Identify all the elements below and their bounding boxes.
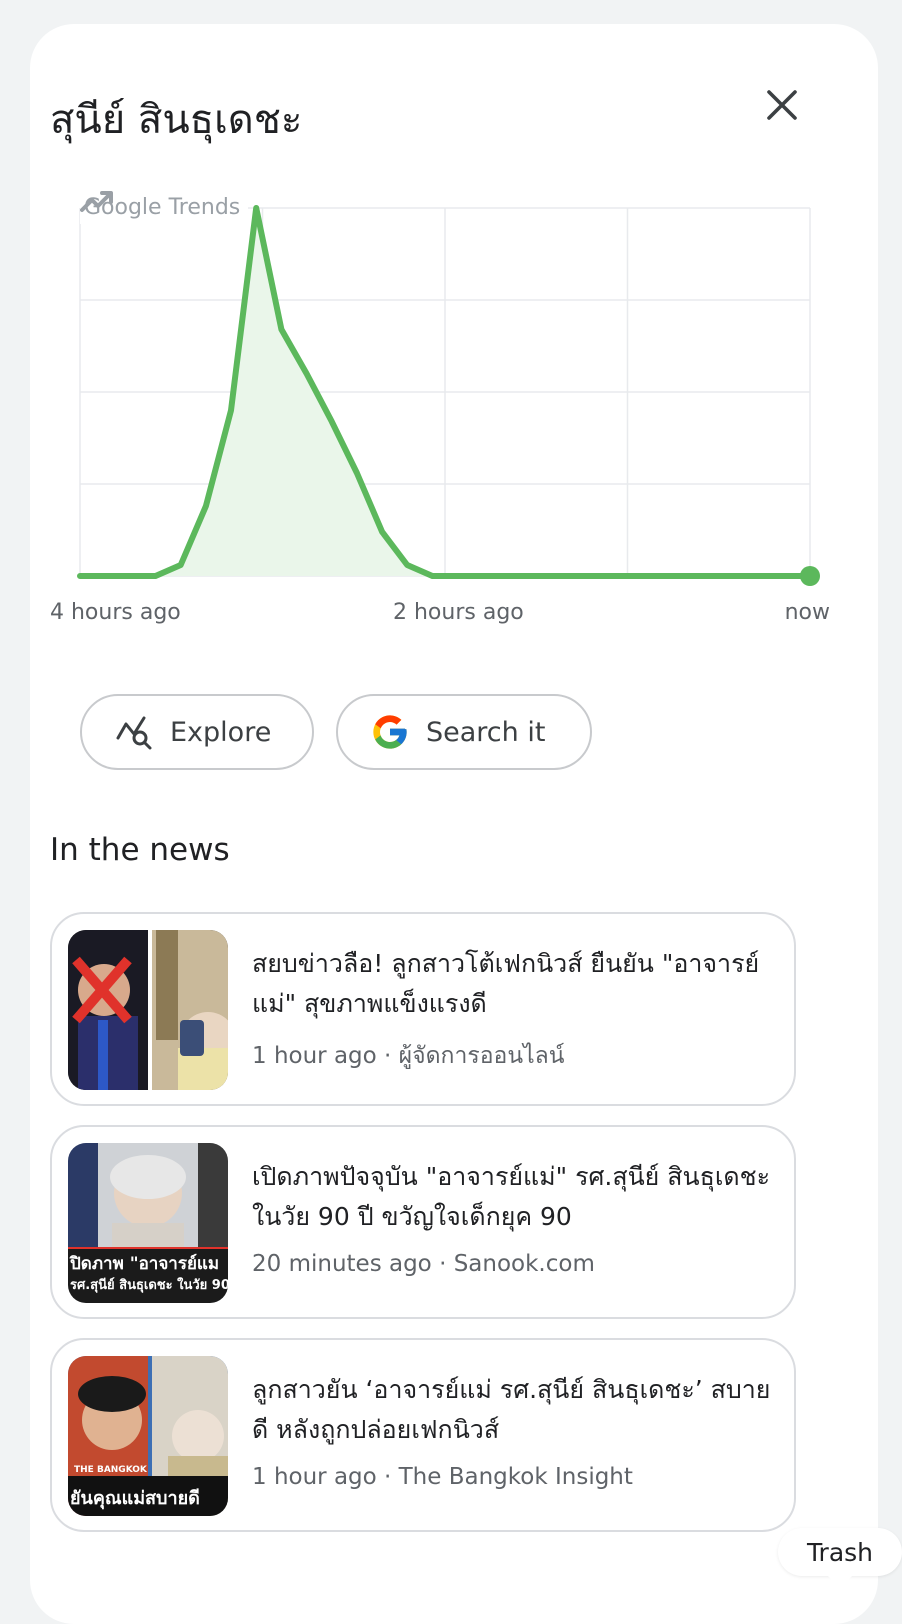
news-meta: 1 hour ago · The Bangkok Insight	[252, 1464, 633, 1490]
tooltip-tail	[828, 1576, 852, 1588]
news-meta: 20 minutes ago · Sanook.com	[252, 1251, 595, 1277]
search-it-label: Search it	[426, 716, 546, 748]
current-point-marker	[800, 566, 820, 586]
close-button[interactable]	[757, 80, 807, 130]
news-card[interactable]: สยบข่าวลือ! ลูกสาวโต้เฟกนิวส์ ยืนยัน "อา…	[50, 912, 796, 1106]
x-tick-label: 2 hours ago	[393, 600, 524, 625]
news-card[interactable]: ปิดภาพ "อาจารย์แม รศ.สุนีย์ สินธุเดชะ ใน…	[50, 1125, 796, 1319]
explore-label: Explore	[170, 716, 272, 748]
news-section-title: In the news	[50, 832, 230, 868]
x-tick-label: now	[784, 600, 830, 625]
page-title: สุนีย์ สินธุเดชะ	[50, 97, 303, 143]
news-headline: ลูกสาวยัน ‘อาจารย์แม่ รศ.สุนีย์ สินธุเดช…	[252, 1375, 771, 1444]
news-headline: สยบข่าวลือ! ลูกสาวโต้เฟกนิวส์ ยืนยัน "อา…	[252, 949, 760, 1018]
search-it-button[interactable]: Search it	[336, 694, 592, 770]
thumb-caption: รศ.สุนีย์ สินธุเดชะ ในวัย 90	[70, 1276, 228, 1293]
trending-up-icon	[80, 191, 113, 212]
news-meta: 1 hour ago · ผู้จัดการออนไลน์	[252, 1043, 565, 1069]
trend-chart-svg	[77, 205, 820, 586]
news-thumbnail: THE BANGKOK ยันคุณแม่สบายดี	[68, 1356, 228, 1516]
thumb-caption: ยันคุณแม่สบายดี	[70, 1488, 200, 1510]
trash-tooltip: Trash	[778, 1528, 902, 1576]
news-headline: เปิดภาพปัจจุบัน "อาจารย์แม่" รศ.สุนีย์ ส…	[252, 1162, 771, 1231]
x-tick-label: 4 hours ago	[50, 600, 181, 625]
explore-icon	[114, 712, 154, 752]
trend-chart: Google Trends 4 hours ago 2 hours ago no…	[50, 180, 830, 650]
news-thumbnail: ปิดภาพ "อาจารย์แม รศ.สุนีย์ สินธุเดชะ ใน…	[68, 1143, 228, 1303]
news-card[interactable]: THE BANGKOK ยันคุณแม่สบายดี ลูกสาวยัน ‘อ…	[50, 1338, 796, 1532]
explore-button[interactable]: Explore	[80, 694, 314, 770]
news-thumbnail	[68, 930, 228, 1090]
google-g-icon	[370, 712, 410, 752]
close-icon	[767, 90, 797, 120]
thumb-caption: THE BANGKOK	[74, 1465, 148, 1475]
thumb-caption: ปิดภาพ "อาจารย์แม	[69, 1253, 219, 1274]
google-trends-badge: Google Trends	[80, 190, 249, 224]
